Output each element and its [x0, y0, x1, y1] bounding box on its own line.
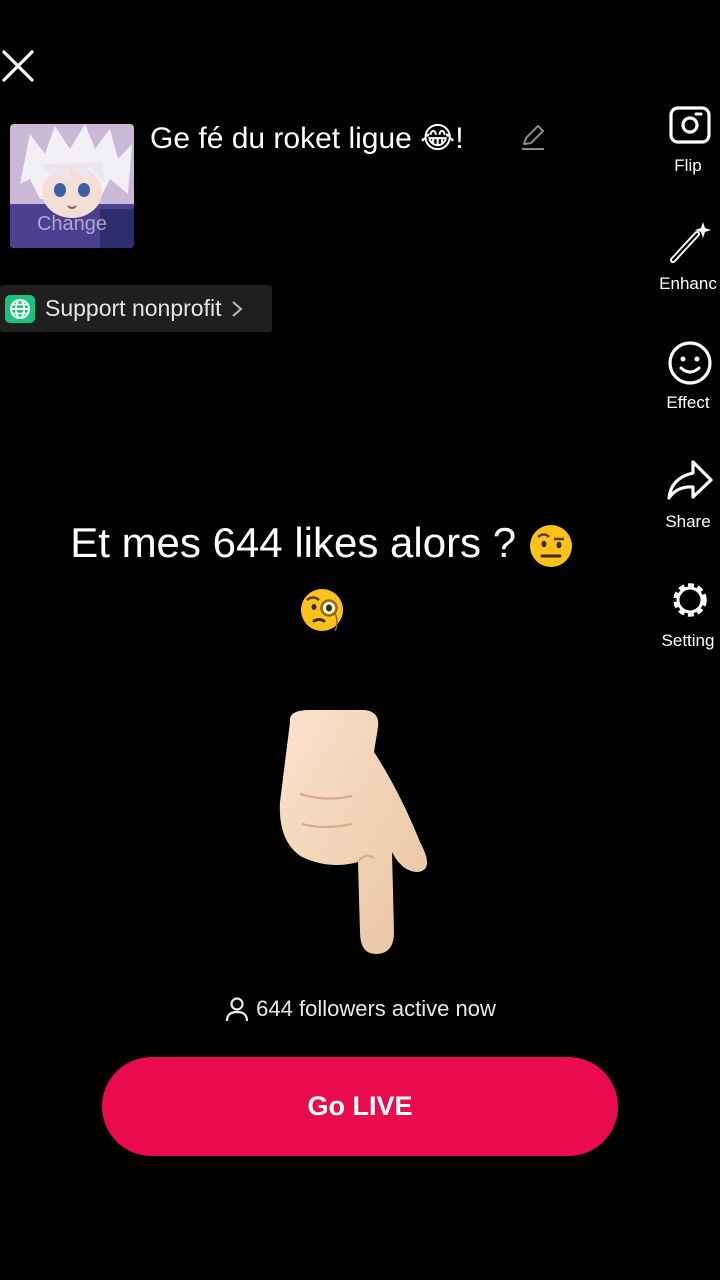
globe-icon [5, 294, 35, 323]
flip-label: Flip [674, 156, 702, 175]
live-title[interactable]: Ge fé du roket ligue 😂! [150, 119, 464, 159]
gear-icon [673, 583, 707, 617]
followers-active-indicator: 644 followers active now [0, 996, 720, 1022]
chevron-right-icon [232, 300, 243, 317]
close-icon [2, 50, 34, 82]
change-cover-label: Change [36, 213, 108, 235]
share-label: Share [665, 512, 711, 531]
cover-image-button[interactable]: Change [10, 124, 134, 248]
overlay-caption-text: Et mes 644 likes alors ? [70, 519, 517, 566]
followers-active-text: 644 followers active now [256, 996, 496, 1021]
overlay-caption-line2 [0, 577, 644, 637]
settings-label: Setting [661, 631, 715, 650]
settings-button[interactable]: Setting [656, 575, 720, 651]
pencil-icon[interactable] [518, 122, 548, 152]
monocle-face-emoji [301, 588, 343, 632]
effects-label: Effect [666, 393, 710, 412]
flip-camera-icon [669, 106, 711, 144]
effects-button[interactable]: Effect [656, 337, 720, 413]
support-nonprofit-button[interactable]: Support nonprofit [0, 285, 272, 332]
share-arrow-icon [667, 460, 713, 500]
pointing-down-hand-emoji [279, 710, 428, 954]
enhance-label: Enhanc [659, 274, 717, 293]
overlay-caption: Et mes 644 likes alors ? [0, 513, 644, 573]
flip-button[interactable]: Flip [656, 100, 720, 176]
magic-wand-icon [670, 222, 711, 263]
raised-eyebrow-emoji [529, 524, 572, 567]
smiley-icon [668, 341, 712, 385]
support-nonprofit-label: Support nonprofit [45, 295, 222, 321]
go-live-button[interactable]: Go LIVE [102, 1057, 618, 1156]
close-button[interactable] [0, 46, 38, 86]
enhance-button[interactable]: Enhanc [656, 218, 720, 294]
share-button[interactable]: Share [656, 456, 720, 532]
person-icon [226, 997, 249, 1022]
